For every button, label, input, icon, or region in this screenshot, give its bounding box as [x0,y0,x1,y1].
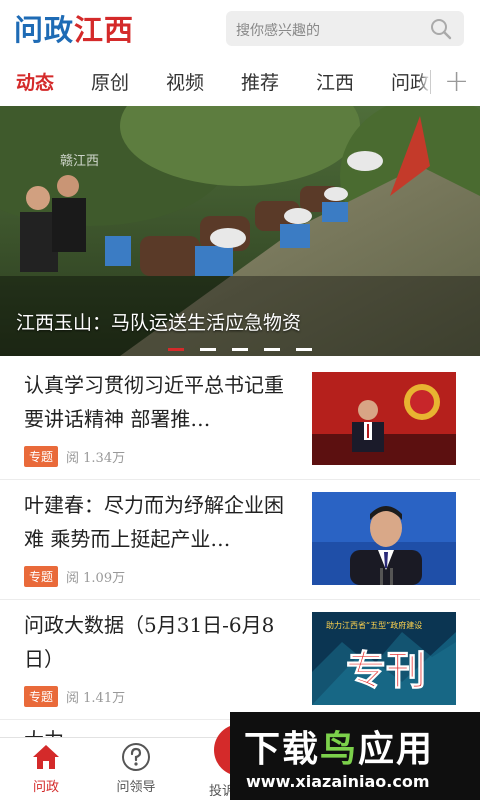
topic-badge: 专题 [24,566,59,587]
topic-badge: 专题 [24,686,59,707]
carousel-dot[interactable] [232,348,248,351]
news-thumbnail[interactable] [312,492,456,585]
news-title[interactable]: 叶建春：尽力而为纾解企业困难 乘势而上挺起产业… [24,488,300,556]
search-placeholder: 搜你感兴趣的 [236,23,320,39]
read-count: 阅 1.09万 [66,571,126,586]
banner-caption[interactable]: 江西玉山：马队运送生活应急物资 [16,308,301,335]
nav-ask-leader-label: 问领导 [116,780,156,795]
add-channel-button[interactable]: + [430,60,480,106]
news-title[interactable]: 认真学习贯彻习近平总书记重要讲话精神 部署推… [24,368,300,436]
tab-jiangxi[interactable]: 江西 [316,68,354,95]
tab-wenzheng[interactable]: 问政 [391,68,429,95]
read-count: 阅 1.41万 [66,691,126,706]
question-icon [122,743,150,771]
nav-home[interactable]: 问政 [6,742,86,795]
banner-carousel[interactable]: 赣江西 江西玉山：马队运送生活应急物资 [0,106,480,356]
watermark-title-b: 鸟 [320,729,359,770]
carousel-dot[interactable] [264,348,280,351]
watermark-title: 下载鸟应用 [244,720,434,772]
news-item[interactable]: 认真学习贯彻习近平总书记重要讲话精神 部署推… 专题 阅 1.34万 [0,360,480,480]
tab-yuanchuang[interactable]: 原创 [91,68,129,95]
news-meta: 专题 阅 1.41万 [24,686,125,707]
news-title[interactable]: 问政大数据（5月31日-6月8日） [24,608,300,676]
plus-icon: + [444,64,470,99]
topic-badge: 专题 [24,446,59,467]
thumb-big-text: 专刊 [346,648,426,694]
home-icon [33,745,59,769]
news-item[interactable]: 问政大数据（5月31日-6月8日） 专题 阅 1.41万 助力江西省“五型”政府… [0,600,480,720]
category-tabs: 动态 原创 视频 推荐 江西 问政 [0,60,480,106]
logo-text-1: 问政 [14,13,75,47]
news-meta: 专题 阅 1.09万 [24,566,125,587]
tab-shipin[interactable]: 视频 [166,68,204,95]
nav-ask-leader[interactable]: 问领导 [96,742,176,795]
news-thumbnail[interactable]: 助力江西省“五型”政府建设 专刊 [312,612,456,705]
search-icon[interactable] [430,18,452,40]
watermark-title-a: 下载 [244,729,321,770]
carousel-dot[interactable] [168,348,184,351]
carousel-dot[interactable] [296,348,312,351]
app-header: 问政 江西 搜你感兴趣的 [0,0,480,56]
overlay-watermark: 下载鸟应用 www.xiazainiao.com [230,712,480,800]
news-thumbnail[interactable] [312,372,456,465]
carousel-indicator [168,348,312,351]
thumb-small-text: 助力江西省“五型”政府建设 [326,620,422,630]
search-box[interactable]: 搜你感兴趣的 [226,11,464,46]
app-logo[interactable]: 问政 江西 [14,12,134,47]
watermark-title-c: 应用 [358,729,435,770]
read-count: 阅 1.34万 [66,451,126,466]
carousel-dot[interactable] [200,348,216,351]
news-item[interactable]: 叶建春：尽力而为纾解企业困难 乘势而上挺起产业… 专题 阅 1.09万 [0,480,480,600]
tab-dongtai[interactable]: 动态 [16,68,54,95]
watermark-url: www.xiazainiao.com [246,772,430,791]
divider [430,70,431,94]
nav-home-label: 问政 [32,780,59,795]
banner-watermark: 赣江西 [60,154,100,169]
news-meta: 专题 阅 1.34万 [24,446,125,467]
logo-text-2: 江西 [74,13,135,47]
tab-tuijian[interactable]: 推荐 [241,68,279,95]
